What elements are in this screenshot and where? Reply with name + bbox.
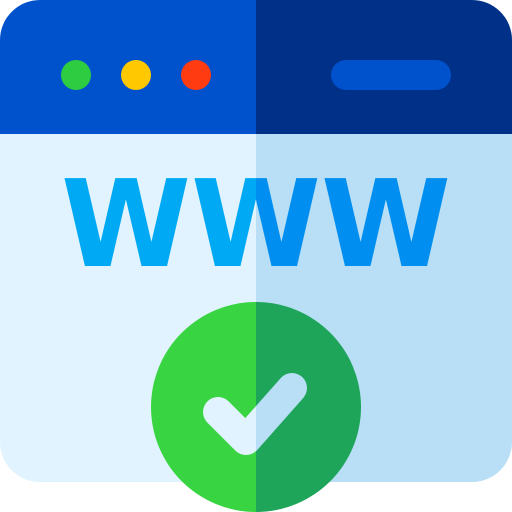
www-text: WWW WWW [61,156,451,295]
website-verified-svg: WWW WWW [0,0,512,512]
green-dot-icon [61,60,91,90]
website-verified-icon: WWW WWW [0,0,512,512]
address-bar [331,60,451,90]
yellow-dot-icon [121,60,151,90]
verified-badge [151,302,361,512]
red-dot-icon [181,60,211,90]
